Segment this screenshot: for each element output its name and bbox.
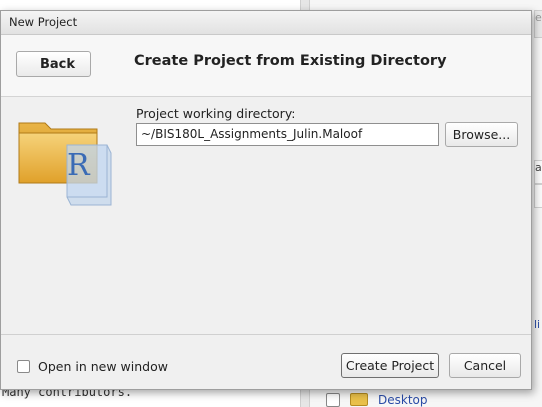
- working-directory-input[interactable]: ~/BIS180L_Assignments_Julin.Maloof: [136, 123, 439, 146]
- file-link[interactable]: Desktop: [378, 393, 428, 407]
- files-list-item[interactable]: Desktop: [326, 392, 428, 407]
- r-project-folder-icon: R: [18, 122, 112, 206]
- open-new-window-label[interactable]: Open in new window: [38, 359, 168, 374]
- dialog-content: R Project working directory: ~/BIS180L_A…: [1, 97, 531, 337]
- back-button[interactable]: Back: [16, 51, 91, 77]
- pane-link[interactable]: li: [534, 318, 540, 331]
- open-new-window-option[interactable]: Open in new window: [17, 359, 168, 374]
- pane-row[interactable]: [534, 184, 542, 208]
- folder-icon: [350, 393, 368, 406]
- dialog-header: Back Create Project from Existing Direct…: [1, 35, 531, 97]
- cancel-button[interactable]: Cancel: [449, 353, 521, 378]
- back-button-label: Back: [39, 56, 76, 72]
- pane-tab[interactable]: er: [534, 10, 542, 38]
- dialog-titlebar[interactable]: New Project: [1, 11, 531, 35]
- pane-row[interactable]: ar: [534, 160, 542, 184]
- dialog-footer: Open in new window Create Project Cancel: [1, 334, 531, 389]
- open-new-window-checkbox[interactable]: [17, 360, 30, 373]
- svg-text:R: R: [67, 148, 91, 183]
- dialog-heading: Create Project from Existing Directory: [134, 53, 447, 69]
- working-directory-label: Project working directory:: [136, 106, 296, 121]
- file-checkbox[interactable]: [326, 392, 340, 407]
- new-project-dialog: New Project Back Create Project from Exi…: [0, 10, 532, 390]
- create-project-button[interactable]: Create Project: [341, 353, 439, 378]
- browse-button[interactable]: Browse...: [445, 122, 518, 147]
